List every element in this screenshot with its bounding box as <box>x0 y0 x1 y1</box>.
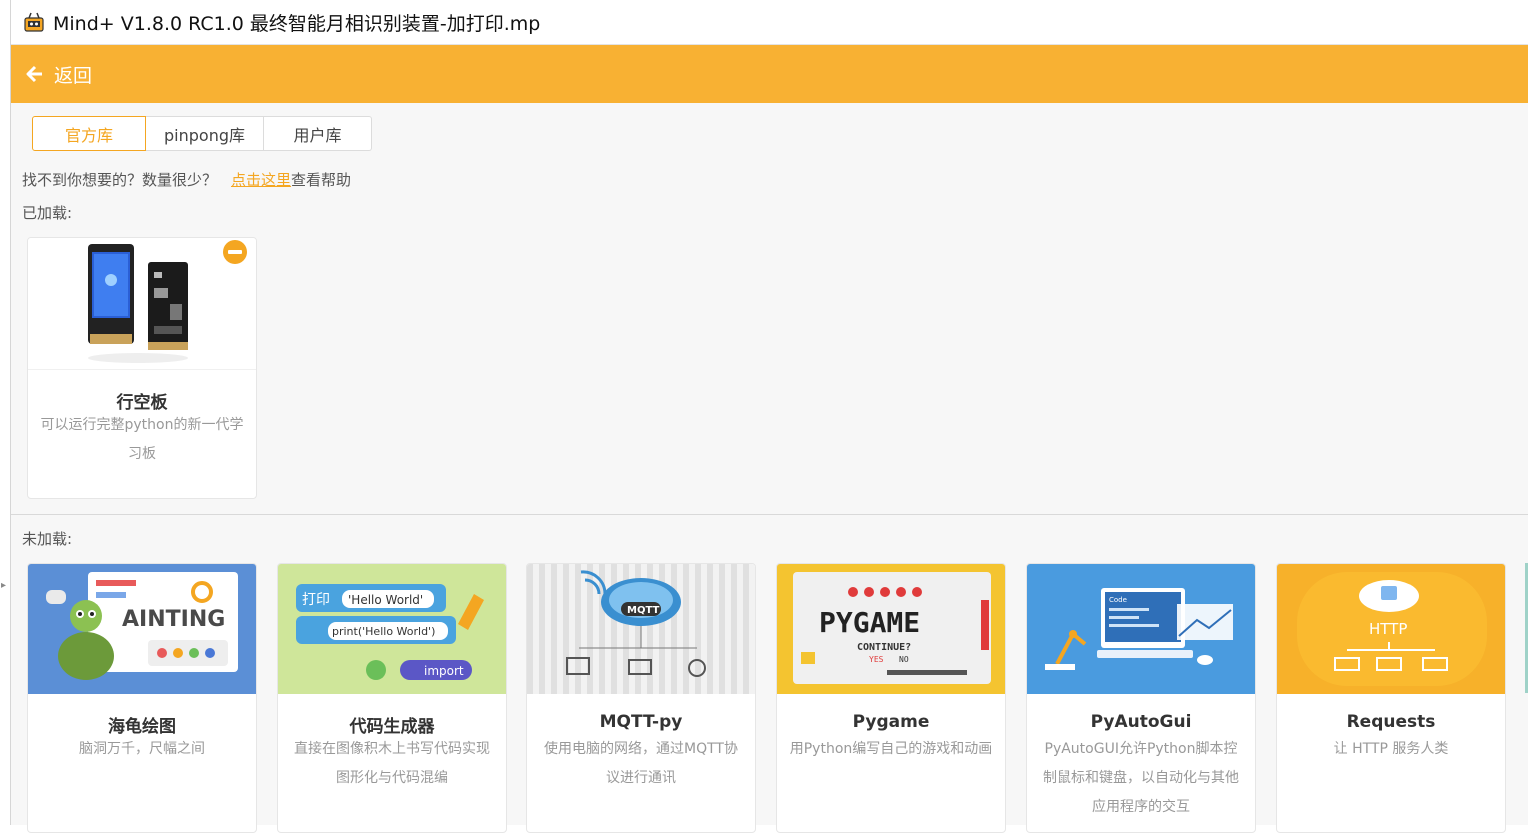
card-description: 直接在图像积木上书写代码实现图形化与代码混编 <box>294 741 490 786</box>
card-description: 可以运行完整python的新一代学习板 <box>40 417 244 462</box>
loaded-section-label: 已加载: <box>22 204 73 222</box>
turtle-painting-image: AINTING <box>28 564 256 694</box>
card-title: 行空板 <box>116 393 168 413</box>
http-label: HTTP <box>1369 620 1407 638</box>
block-hello-string: 'Hello World' <box>348 593 423 607</box>
unloaded-card-mqtt[interactable]: MQTT MQTT-py 使用电脑的网络，通过MQTT协议进行通讯 <box>526 563 756 833</box>
pygame-image: PYGAME CONTINUE? YES NO <box>777 564 1005 694</box>
section-divider <box>11 514 1528 515</box>
card-title: PyAutoGui <box>1090 712 1192 732</box>
card-description: 让 HTTP 服务人类 <box>1333 741 1449 757</box>
back-arrow-icon <box>26 65 42 83</box>
help-hint: 找不到你想要的？数量很少？ 点击这里查看帮助 <box>22 169 351 190</box>
unloaded-card-pyautogui[interactable]: Code PyAutoGui PyAutoGUI允许Python脚本控制鼠标和键… <box>1026 563 1256 833</box>
card-title: 代码生成器 <box>349 717 435 737</box>
mqtt-image: MQTT <box>527 564 755 694</box>
card-divider <box>28 369 256 370</box>
orange-header-bar: 返回 <box>11 45 1528 103</box>
card-title: 海龟绘图 <box>108 717 176 737</box>
continue-text: CONTINUE? <box>857 642 911 653</box>
card-description: PyAutoGUI允许Python脚本控制鼠标和键盘，以自动化与其他应用程序的交… <box>1043 741 1239 815</box>
hint-text: 找不到你想要的？数量很少？ <box>22 171 218 189</box>
app-logo-icon <box>23 11 45 33</box>
loaded-card-unihiker[interactable]: 行空板 可以运行完整python的新一代学习板 <box>27 237 257 499</box>
code-window-label: Code <box>1109 596 1127 604</box>
unloaded-card-pygame[interactable]: PYGAME CONTINUE? YES NO Pygame 用Python编写… <box>776 563 1006 833</box>
tab-user[interactable]: 用户库 <box>264 116 372 151</box>
card-title: Requests <box>1346 712 1436 732</box>
block-import: import <box>424 664 464 678</box>
card-description: 使用电脑的网络，通过MQTT协议进行通讯 <box>544 741 738 786</box>
block-print-code: print('Hello World') <box>332 625 435 638</box>
painting-text: AINTING <box>122 607 225 632</box>
code-generator-image: 打印 'Hello World' print('Hello World') im… <box>278 564 506 694</box>
library-panel: 官方库 pinpong库 用户库 找不到你想要的？数量很少？ 点击这里查看帮助 已… <box>11 103 1528 833</box>
yes-text: YES <box>869 655 884 664</box>
card-description: 用Python编写自己的游戏和动画 <box>789 741 993 757</box>
unihiker-image <box>28 238 256 368</box>
window-titlebar: Mind+ V1.8.0 RC1.0 最终智能月相识别装置-加打印.mp <box>11 0 1528 45</box>
pyautogui-image: Code <box>1027 564 1255 694</box>
back-button[interactable]: 返回 <box>26 61 92 88</box>
block-print-cn: 打印 <box>302 591 330 608</box>
library-tabs: 官方库 pinpong库 用户库 <box>32 116 372 151</box>
left-edge-panel: ▸ <box>0 0 11 825</box>
unloaded-section-label: 未加载: <box>22 530 73 548</box>
mqtt-label: MQTT <box>627 605 660 616</box>
hint-suffix: 查看帮助 <box>291 171 352 189</box>
card-description: 脑洞万千，尺幅之间 <box>79 741 205 757</box>
unloaded-card-turtle[interactable]: AINTING 海龟绘图 脑洞万千，尺幅之间 <box>27 563 257 833</box>
pygame-logo-text: PYGAME <box>819 606 920 639</box>
remove-extension-button[interactable] <box>223 240 247 264</box>
requests-image: HTTP <box>1277 564 1505 694</box>
collapse-arrow-icon[interactable]: ▸ <box>1 580 6 591</box>
no-text: NO <box>899 655 909 664</box>
back-label: 返回 <box>54 64 93 87</box>
card-title: MQTT-py <box>599 712 683 732</box>
tab-pinpong[interactable]: pinpong库 <box>146 116 264 151</box>
unloaded-card-codegen[interactable]: 打印 'Hello World' print('Hello World') im… <box>277 563 507 833</box>
tab-official[interactable]: 官方库 <box>32 116 146 151</box>
card-title: Pygame <box>852 712 930 732</box>
window-title: Mind+ V1.8.0 RC1.0 最终智能月相识别装置-加打印.mp <box>53 12 541 35</box>
help-link[interactable]: 点击这里 <box>231 171 291 189</box>
unloaded-card-requests[interactable]: HTTP Requests 让 HTTP 服务人类 <box>1276 563 1506 833</box>
